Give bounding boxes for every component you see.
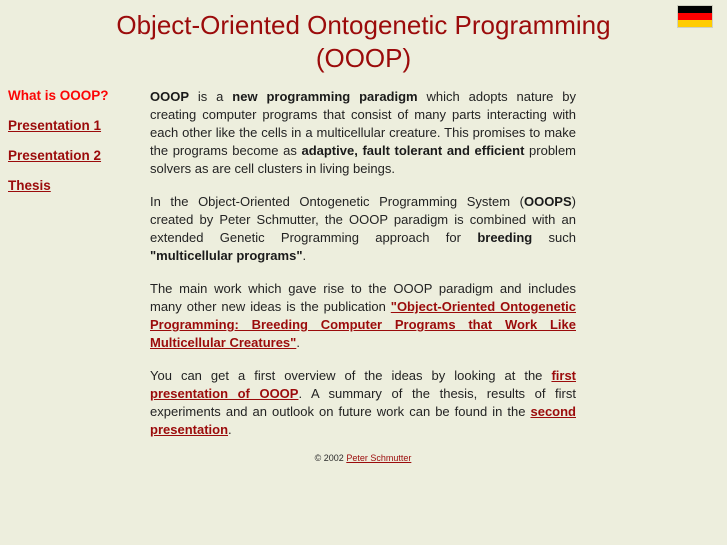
sidebar-item-presentation-2[interactable]: Presentation 2 xyxy=(8,148,144,164)
p2-text-5: such xyxy=(532,230,576,245)
p4-text-1: You can get a first overview of the idea… xyxy=(150,368,552,383)
flag-band-black xyxy=(678,6,712,13)
copyright-text: © 2002 xyxy=(314,453,347,463)
term-breeding: breeding xyxy=(477,230,533,245)
main-content: OOOP is a new programming paradigm which… xyxy=(150,88,576,463)
term-new-paradigm: new programming paradigm xyxy=(232,89,418,104)
p3-text-2: . xyxy=(296,335,300,350)
flag-band-gold xyxy=(678,20,712,27)
p1-text-2: is a xyxy=(189,89,233,104)
sidebar-nav: What is OOOP? Presentation 1 Presentatio… xyxy=(8,88,144,208)
page-title-line-1: Object-Oriented Ontogenetic Programming xyxy=(116,10,611,40)
link-author[interactable]: Peter Schmutter xyxy=(346,453,411,463)
sidebar-item-thesis[interactable]: Thesis xyxy=(8,178,144,194)
sidebar-item-what-is-ooop[interactable]: What is OOOP? xyxy=(8,88,144,104)
term-ooop: OOOP xyxy=(150,89,190,104)
term-adaptive: adaptive, fault tolerant and efficient xyxy=(301,143,525,158)
german-flag-icon[interactable] xyxy=(677,5,713,28)
p4-text-3: . xyxy=(228,422,232,437)
p2-text-1: In the Object-Oriented Ontogenetic Progr… xyxy=(150,194,524,209)
term-multicellular-programs: "multicellular programs" xyxy=(150,248,303,263)
p2-text-7: . xyxy=(302,248,307,263)
footer: © 2002 Peter Schmutter xyxy=(150,452,576,464)
sidebar-item-presentation-1[interactable]: Presentation 1 xyxy=(8,118,144,134)
paragraph-ooops: In the Object-Oriented Ontogenetic Progr… xyxy=(150,193,576,265)
term-ooops: OOOPS xyxy=(523,194,572,209)
page-title-line-2: (OOOP) xyxy=(315,43,412,73)
page-title: Object-Oriented Ontogenetic Programming … xyxy=(0,0,727,75)
paragraph-overview: You can get a first overview of the idea… xyxy=(150,367,576,439)
paragraph-intro: OOOP is a new programming paradigm which… xyxy=(150,88,576,178)
paragraph-publication: The main work which gave rise to the OOO… xyxy=(150,280,576,352)
flag-band-red xyxy=(678,13,712,20)
